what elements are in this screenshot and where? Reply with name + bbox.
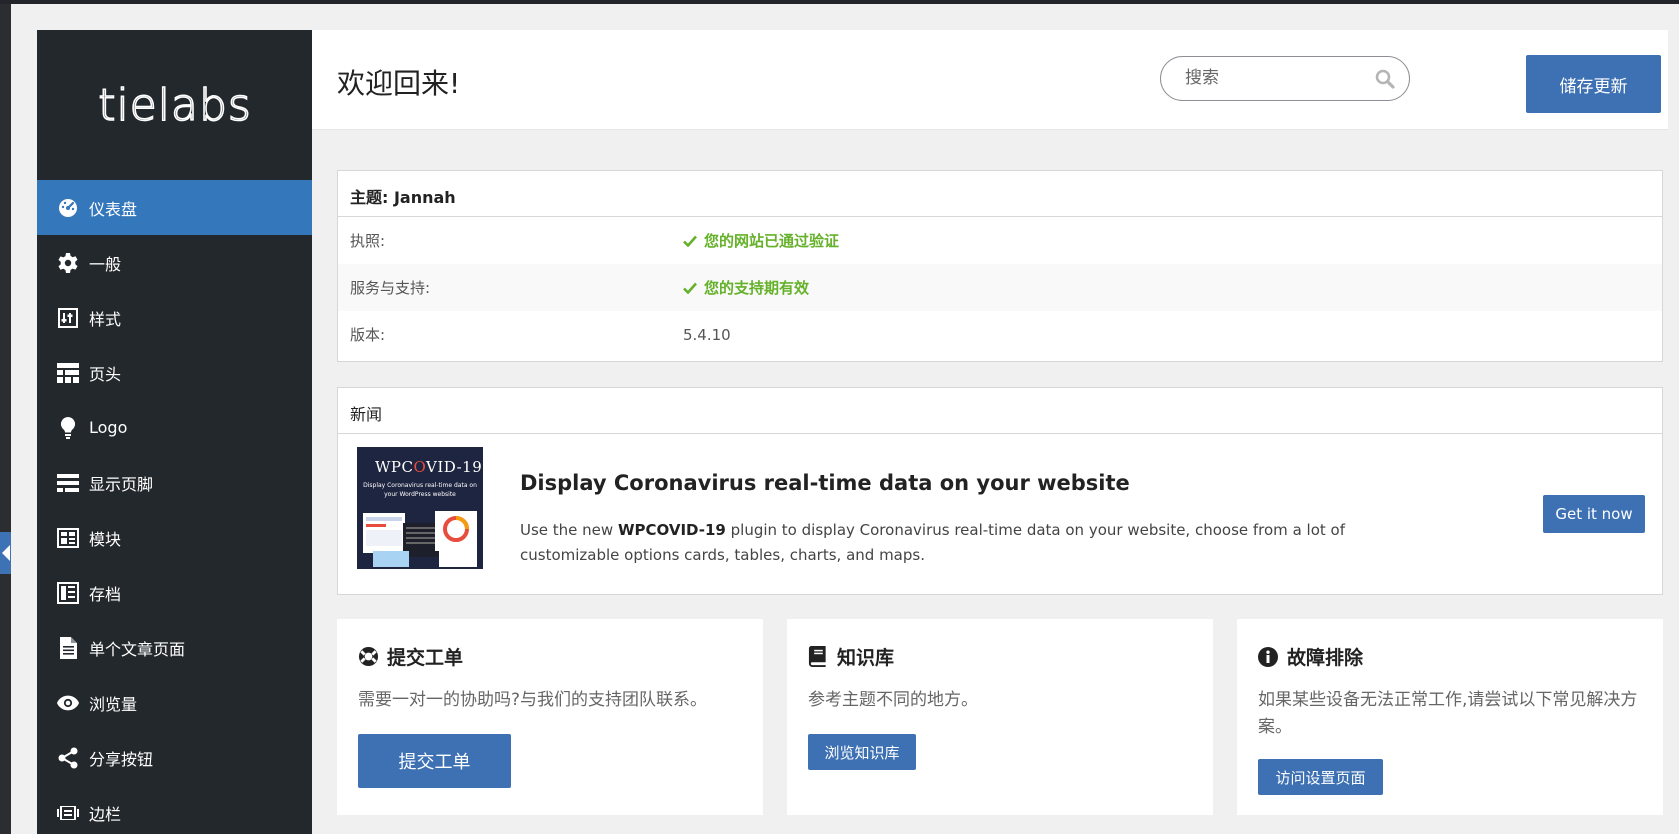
sidebar-item-header[interactable]: 页头 (37, 345, 312, 400)
sidebar-item-dashboard[interactable]: 仪表盘 (37, 180, 312, 235)
get-it-now-button[interactable]: Get it now (1543, 495, 1645, 533)
theme-info-panel: 主题: Jannah 执照: 您的网站已通过验证 服务与支持: 您的支持期有效 … (337, 170, 1663, 362)
knowledge-base-card: 知识库 参考主题不同的地方。 浏览知识库 (787, 619, 1213, 815)
thumbnail-brand: WPCOVID-19 (375, 458, 483, 476)
news-heading: 新闻 (338, 388, 1662, 434)
thumbnail-caption: Display Coronavirus real-time data on yo… (363, 482, 477, 498)
check-icon (683, 282, 697, 294)
sidebar-item-label: 一般 (89, 254, 122, 274)
news-title: Display Coronavirus real-time data on yo… (520, 471, 1130, 495)
sidebar-item-views[interactable]: 浏览量 (37, 675, 312, 730)
document-icon (57, 636, 79, 659)
sidebar-item-label: 页头 (89, 364, 122, 384)
version-value: 5.4.10 (683, 325, 731, 344)
sidebar-icon (57, 802, 79, 824)
sidebar-item-label: 单个文章页面 (89, 639, 186, 659)
troubleshooting-card: 故障排除 如果某些设备无法正常工作,请尝试以下常见解决方案。 访问设置页面 (1237, 619, 1663, 815)
card-text: 如果某些设备无法正常工作,请尝试以下常见解决方案。 (1258, 690, 1638, 737)
sidebar-item-logo[interactable]: Logo (37, 400, 312, 455)
search-box[interactable] (1160, 56, 1410, 101)
sidebar-item-label: 边栏 (89, 804, 122, 824)
support-row: 服务与支持: 您的支持期有效 (338, 264, 1662, 311)
sidebar-item-label: 存档 (89, 584, 122, 604)
card-text: 参考主题不同的地方。 (808, 690, 978, 710)
sidebar-menu: 仪表盘 一般 样式 页头 Logo 显示页脚 模块 存档 单个文章页面 浏览量 … (37, 180, 312, 834)
license-status: 您的网站已通过验证 (704, 232, 840, 250)
blocks-icon (57, 527, 79, 549)
sidebar-item-label: Logo (89, 418, 128, 437)
support-ticket-card: 提交工单 需要一对一的协助吗?与我们的支持团队联系。 提交工单 (337, 619, 763, 815)
book-icon (808, 646, 830, 668)
sidebar-item-share-buttons[interactable]: 分享按钮 (37, 730, 312, 785)
gear-icon (57, 252, 79, 274)
sidebar-item-label: 浏览量 (89, 694, 138, 714)
lightbulb-icon (57, 416, 79, 439)
theme-title: 主题: Jannah (338, 171, 1662, 217)
news-thumbnail: WPCOVID-19 Display Coronavirus real-time… (357, 447, 483, 569)
collapse-arrow-icon[interactable] (0, 532, 11, 574)
sliders-icon (57, 307, 79, 329)
sidebar-item-footer[interactable]: 显示页脚 (37, 455, 312, 510)
sidebar-item-label: 模块 (89, 529, 122, 549)
dashboard-icon (57, 197, 79, 219)
sidebar-item-sidebar[interactable]: 边栏 (37, 785, 312, 834)
card-title: 知识库 (808, 643, 894, 670)
page-header: 欢迎回来! 储存更新 (312, 30, 1668, 130)
sidebar-item-label: 显示页脚 (89, 474, 154, 494)
visit-settings-button[interactable]: 访问设置页面 (1258, 759, 1383, 795)
sidebar-item-single-post[interactable]: 单个文章页面 (37, 620, 312, 675)
page-title: 欢迎回来! (337, 67, 461, 100)
main-content: 欢迎回来! 储存更新 主题: Jannah 执照: 您的网站已通过验证 服务与支… (312, 30, 1668, 834)
svg-text:tielabs: tielabs (98, 82, 252, 128)
info-value: 您的支持期有效 (683, 277, 809, 298)
sidebar-item-blocks[interactable]: 模块 (37, 510, 312, 565)
footer-layout-icon (57, 472, 79, 494)
tielabs-logo: tielabs (37, 30, 312, 180)
sidebar-item-label: 仪表盘 (89, 199, 138, 219)
card-title: 故障排除 (1258, 643, 1363, 670)
support-status: 您的支持期有效 (704, 279, 810, 297)
card-text: 需要一对一的协助吗?与我们的支持团队联系。 (358, 690, 708, 710)
info-label: 版本: (350, 326, 386, 344)
license-row: 执照: 您的网站已通过验证 (338, 217, 1662, 264)
archive-icon (57, 581, 79, 604)
version-row: 版本: 5.4.10 (338, 311, 1662, 358)
info-value: 您的网站已通过验证 (683, 230, 839, 251)
share-icon (57, 747, 79, 769)
header-layout-icon (57, 362, 79, 384)
info-label: 执照: (350, 232, 386, 250)
sidebar-item-archive[interactable]: 存档 (37, 565, 312, 620)
sidebar-item-label: 分享按钮 (89, 749, 154, 769)
sidebar-item-label: 样式 (89, 309, 122, 329)
submit-ticket-button[interactable]: 提交工单 (358, 734, 511, 788)
check-icon (683, 235, 697, 247)
sidebar: tielabs 仪表盘 一般 样式 页头 Logo 显示页脚 模块 存档 单个文… (37, 30, 312, 834)
sidebar-item-general[interactable]: 一般 (37, 235, 312, 290)
search-icon[interactable] (1375, 69, 1395, 93)
news-description: Use the new WPCOVID-19 plugin to display… (520, 521, 1345, 564)
card-title: 提交工单 (358, 643, 463, 670)
lifebuoy-icon (358, 646, 380, 668)
info-label: 服务与支持: (350, 279, 431, 297)
news-panel: 新闻 WPCOVID-19 Display Coronavirus real-t… (337, 387, 1663, 595)
tielabs-logo-mark: tielabs (97, 82, 252, 128)
info-icon (1258, 646, 1280, 668)
sidebar-item-style[interactable]: 样式 (37, 290, 312, 345)
eye-icon (57, 692, 79, 714)
thumbnail-screenshots (363, 511, 477, 567)
save-button[interactable]: 储存更新 (1526, 55, 1661, 113)
search-input[interactable] (1185, 68, 1365, 88)
browse-kb-button[interactable]: 浏览知识库 (808, 734, 916, 770)
